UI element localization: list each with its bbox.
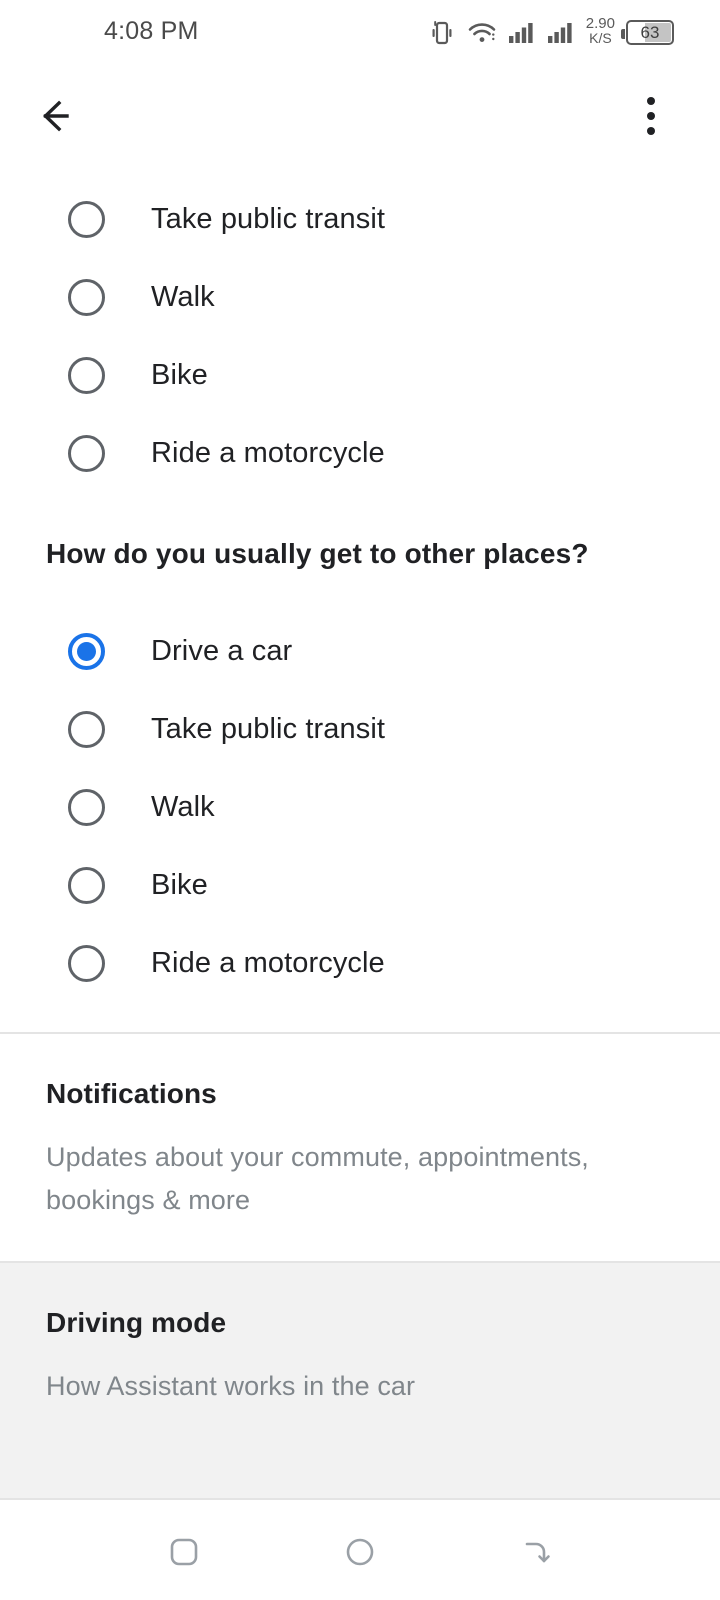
group-heading: How do you usually get to other places? [46, 538, 589, 569]
radio-option-label: Bike [151, 868, 208, 901]
system-navigation-bar [0, 1504, 720, 1600]
back-arrow-icon[interactable] [34, 87, 92, 145]
battery-icon: 63 [621, 20, 674, 46]
transport-option-group-2: How do you usually get to other places? … [0, 492, 720, 1002]
radio-option-label: Walk [151, 790, 215, 823]
radio-circle-icon[interactable] [68, 866, 105, 904]
group-bottom-spacer [0, 1002, 720, 1032]
radio-option-label: Ride a motorcycle [151, 946, 385, 979]
section-title: Driving mode [46, 1307, 227, 1339]
radio-circle-selected-icon[interactable] [68, 632, 105, 670]
back-curve-icon[interactable] [499, 1515, 573, 1589]
radio-circle-icon[interactable] [68, 434, 105, 472]
radio-option-label: Take public transit [151, 712, 386, 745]
settings-content: Take public transit Walk Bike Ride a mot… [0, 170, 720, 1500]
radio-circle-icon[interactable] [68, 200, 105, 238]
network-speed-indicator: 2.90 K/S [585, 14, 615, 47]
network-speed-unit: K/S [589, 30, 612, 47]
overflow-dots [647, 97, 655, 135]
radio-option-take-public-transit[interactable]: Take public transit [0, 690, 720, 768]
radio-circle-icon[interactable] [68, 278, 105, 316]
signal-1-icon [508, 20, 536, 46]
battery-percent-label: 63 [640, 22, 660, 42]
radio-option-drive-a-car[interactable]: Drive a car [0, 612, 720, 690]
overflow-dot [647, 127, 655, 135]
app-bar [0, 62, 720, 170]
settings-row-notifications[interactable]: Notifications Updates about your commute… [0, 1034, 720, 1261]
square-recents-icon[interactable] [147, 1515, 221, 1589]
section-bottom-spacer [46, 1408, 674, 1458]
radio-option-ride-a-motorcycle[interactable]: Ride a motorcycle [0, 414, 720, 492]
radio-option-walk[interactable]: Walk [0, 768, 720, 846]
circle-home-icon[interactable] [323, 1515, 397, 1589]
radio-option-label: Take public transit [151, 202, 386, 235]
overflow-dot [647, 112, 655, 120]
transport-option-group-1: Take public transit Walk Bike Ride a mot… [0, 180, 720, 492]
radio-option-label: Ride a motorcycle [151, 436, 385, 469]
radio-option-ride-a-motorcycle[interactable]: Ride a motorcycle [0, 924, 720, 1002]
wifi-icon [467, 20, 497, 46]
radio-option-walk[interactable]: Walk [0, 258, 720, 336]
radio-option-bike[interactable]: Bike [0, 336, 720, 414]
signal-2-icon [547, 20, 575, 46]
radio-option-label: Bike [151, 358, 208, 391]
radio-option-take-public-transit[interactable]: Take public transit [0, 180, 720, 258]
radio-option-bike[interactable]: Bike [0, 846, 720, 924]
radio-circle-icon[interactable] [68, 710, 105, 748]
section-subtitle: How Assistant works in the car [46, 1371, 416, 1402]
status-bar-icons: 2.90 K/S 63 [428, 14, 696, 47]
vibrate-icon [428, 20, 456, 46]
radio-circle-icon[interactable] [68, 944, 105, 982]
radio-option-label: Drive a car [151, 634, 293, 667]
status-bar: 4:08 PM 2.90 K/S 63 [0, 0, 720, 62]
settings-row-driving-mode[interactable]: Driving mode How Assistant works in the … [0, 1263, 720, 1498]
content-top-spacer [0, 170, 720, 180]
section-title: Notifications [46, 1078, 217, 1109]
radio-circle-icon[interactable] [68, 356, 105, 394]
phone-screen: 4:08 PM 2.90 K/S 63 Take public transit … [0, 0, 720, 1600]
overflow-dot [647, 97, 655, 105]
radio-circle-icon[interactable] [68, 788, 105, 826]
status-bar-clock: 4:08 PM [104, 16, 199, 45]
radio-option-label: Walk [151, 280, 215, 313]
network-speed-value: 2.90 [585, 14, 615, 32]
section-subtitle: Updates about your commute, appointments… [46, 1142, 589, 1215]
overflow-menu-icon[interactable] [622, 87, 680, 145]
section-divider [0, 1497, 720, 1500]
